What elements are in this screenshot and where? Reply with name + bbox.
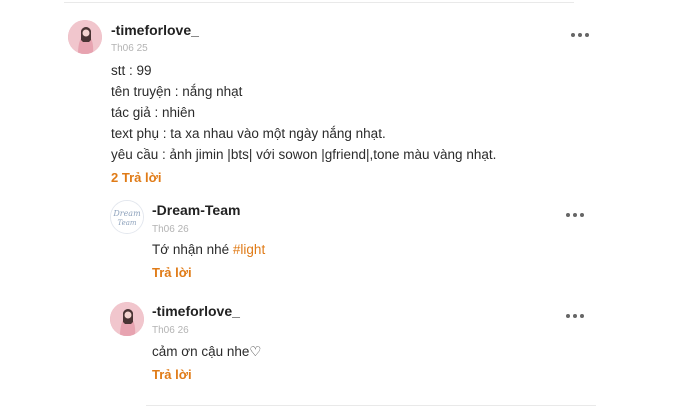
user-avatar-photo-icon [68,20,102,54]
logo-text-line2: Team [117,219,136,227]
avatar[interactable]: Dream Team [110,200,144,234]
dream-team-logo-icon: Dream Team [111,201,143,233]
reply-timestamp: Th06 26 [152,325,189,336]
bottom-divider [146,405,596,406]
reply-username[interactable]: -Dream-Team [152,202,240,218]
view-replies-link[interactable]: 2 Trả lời [111,170,161,185]
reply: -timeforlove_ Th06 26 cảm ơn cậu nhe♡ Tr… [0,296,688,396]
reply-text: cảm ơn cậu nhe♡ [152,344,262,359]
comment-timestamp: Th06 25 [111,43,148,54]
reply-timestamp: Th06 26 [152,224,189,235]
avatar[interactable] [110,302,144,336]
reply-username[interactable]: -timeforlove_ [152,303,240,319]
reply-text: Tớ nhận nhé #light [152,239,265,260]
reply-button[interactable]: Trả lời [152,367,192,382]
comment-line: tên truyện : nắng nhạt [111,84,243,99]
comment-line: yêu cầu : ảnh jimin |bts| với sowon |gfr… [111,147,497,162]
hashtag-link[interactable]: #light [233,242,265,257]
comment-line: text phụ : ta xa nhau vào một ngày nắng … [111,126,386,141]
avatar[interactable] [68,20,102,54]
reply: Dream Team -Dream-Team Th06 26 Tớ nhận n… [0,195,688,290]
more-options-icon[interactable] [571,30,591,40]
reply-text-body: Tớ nhận nhé [152,242,233,257]
reply-button[interactable]: Trả lời [152,265,192,280]
comment-line: stt : 99 [111,63,152,78]
comment-line: tác giả : nhiên [111,105,196,120]
comment-username[interactable]: -timeforlove_ [111,22,199,38]
comment: -timeforlove_ Th06 25 stt : 99 tên truyệ… [0,0,688,200]
more-options-icon[interactable] [566,210,586,220]
logo-text-line1: Dream [112,209,141,218]
user-avatar-photo-icon [110,302,144,336]
more-options-icon[interactable] [566,311,586,321]
